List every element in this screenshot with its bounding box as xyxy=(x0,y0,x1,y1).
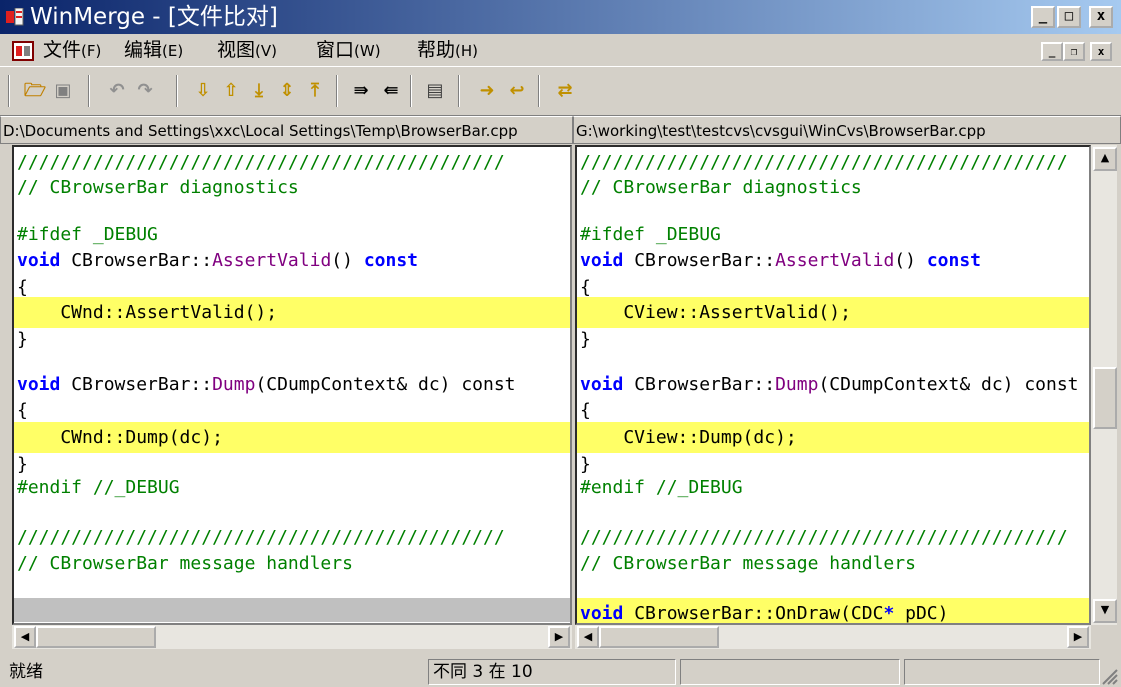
code-line: // CBrowserBar message handlers xyxy=(580,553,916,574)
options-icon[interactable]: ▤ xyxy=(422,77,448,105)
code-line: } xyxy=(17,329,28,350)
vertical-scrollbar[interactable]: ▲ ▼ xyxy=(1091,145,1117,625)
resize-grip-icon[interactable] xyxy=(1100,667,1118,685)
copy-right-advance-icon[interactable]: ➜ xyxy=(474,77,500,105)
title-bar[interactable]: WinMerge - [文件比对] _ □ x xyxy=(0,0,1121,34)
status-pane-1 xyxy=(680,659,900,685)
menu-help[interactable]: 帮助(H) xyxy=(417,39,478,62)
winmerge-logo-icon xyxy=(6,8,24,26)
toolbar: 🗁 ▣ ↶ ↷ ⇩ ⇧ ⤓ ⇕ ⤒ ⇛ ⇚ ▤ ➜ ↩ ⇄ xyxy=(0,66,1121,116)
menu-view[interactable]: 视图(V) xyxy=(217,39,277,62)
scroll-up-button[interactable]: ▲ xyxy=(1093,147,1117,171)
vertical-scroll-thumb[interactable] xyxy=(1093,367,1117,429)
copy-left-icon[interactable]: ⇚ xyxy=(378,77,404,105)
copy-right-icon[interactable]: ⇛ xyxy=(348,77,374,105)
scroll-thumb[interactable] xyxy=(36,626,156,648)
code-line: // CBrowserBar message handlers xyxy=(17,553,353,574)
scroll-down-button[interactable]: ▼ xyxy=(1093,599,1117,623)
toolbar-separator xyxy=(410,75,412,107)
close-button[interactable]: x xyxy=(1089,6,1113,28)
copy-left-advance-icon[interactable]: ↩ xyxy=(504,77,530,105)
last-diff-icon[interactable]: ⤒ xyxy=(302,77,328,105)
scroll-right-button[interactable]: ▶ xyxy=(1067,626,1089,648)
redo-icon[interactable]: ↷ xyxy=(132,77,158,105)
right-path-header: G:\working\test\testcvs\cvsgui\WinCvs\Br… xyxy=(573,116,1121,144)
menu-bar: 文件(F) 编辑(E) 视图(V) 窗口(W) 帮助(H) _ ❐ x xyxy=(0,34,1121,66)
save-icon[interactable]: ▣ xyxy=(50,77,76,105)
scroll-right-button[interactable]: ▶ xyxy=(548,626,570,648)
left-path-header: D:\Documents and Settings\xxc\Local Sett… xyxy=(0,116,573,144)
menu-file[interactable]: 文件(F) xyxy=(43,39,101,62)
right-code-pane[interactable]: ////////////////////////////////////////… xyxy=(575,145,1091,625)
scroll-left-button[interactable]: ◀ xyxy=(14,626,36,648)
code-line: // CBrowserBar diagnostics xyxy=(580,177,862,198)
left-code-pane[interactable]: ////////////////////////////////////////… xyxy=(12,145,572,625)
toolbar-separator xyxy=(176,75,178,107)
first-diff-icon[interactable]: ⤓ xyxy=(246,77,272,105)
next-diff-icon[interactable]: ⇩ xyxy=(190,77,216,105)
maximize-button[interactable]: □ xyxy=(1057,6,1081,28)
scroll-thumb[interactable] xyxy=(599,626,719,648)
undo-icon[interactable]: ↶ xyxy=(104,77,130,105)
open-icon[interactable]: 🗁 xyxy=(22,77,48,105)
menu-edit[interactable]: 编辑(E) xyxy=(124,39,183,62)
current-diff-icon[interactable]: ⇕ xyxy=(274,77,300,105)
scroll-left-button[interactable]: ◀ xyxy=(577,626,599,648)
document-icon[interactable] xyxy=(12,41,34,61)
prev-diff-icon[interactable]: ⇧ xyxy=(218,77,244,105)
code-line: // CBrowserBar diagnostics xyxy=(17,177,299,198)
code-line: } xyxy=(580,329,591,350)
toolbar-grip xyxy=(8,75,10,107)
right-horizontal-scrollbar[interactable]: ◀ ▶ xyxy=(575,625,1091,649)
toolbar-separator xyxy=(88,75,90,107)
mdi-restore-button[interactable]: ❐ xyxy=(1063,42,1085,61)
code-line-diff: void CBrowserBar::OnDraw(CDC* pDC) xyxy=(577,598,1089,623)
code-line: #endif //_DEBUG xyxy=(17,477,180,498)
code-line-missing xyxy=(14,598,570,622)
window-title: WinMerge - [文件比对] xyxy=(30,4,278,30)
status-bar: 就绪 不同 3 在 10 xyxy=(0,655,1121,687)
toolbar-separator xyxy=(538,75,540,107)
menu-window[interactable]: 窗口(W) xyxy=(316,39,381,62)
toolbar-separator xyxy=(336,75,338,107)
refresh-icon[interactable]: ⇄ xyxy=(552,77,578,105)
mdi-close-button[interactable]: x xyxy=(1090,42,1112,61)
code-line: #endif //_DEBUG xyxy=(580,477,743,498)
mdi-minimize-button[interactable]: _ xyxy=(1041,42,1063,61)
status-diff-count: 不同 3 在 10 xyxy=(428,659,676,685)
left-horizontal-scrollbar[interactable]: ◀ ▶ xyxy=(12,625,572,649)
status-ready: 就绪 xyxy=(9,662,43,682)
scroll-corner xyxy=(1091,625,1117,651)
status-pane-2 xyxy=(904,659,1100,685)
toolbar-separator xyxy=(458,75,460,107)
minimize-button[interactable]: _ xyxy=(1031,6,1055,28)
